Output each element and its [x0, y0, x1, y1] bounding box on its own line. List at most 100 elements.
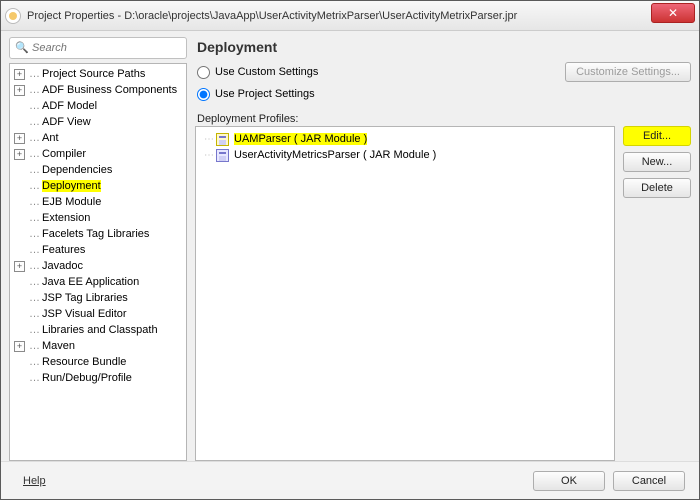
customize-settings-button[interactable]: Customize Settings... — [565, 62, 691, 82]
tree-item-label: Dependencies — [42, 164, 112, 176]
profile-item[interactable]: ⋯ UAMParser ( JAR Module ) — [198, 131, 612, 147]
expand-icon[interactable]: + — [14, 69, 25, 80]
expand-icon[interactable]: + — [14, 341, 25, 352]
tree-item-label: Features — [42, 244, 85, 256]
tree-connector: ⋯ — [204, 150, 214, 161]
tree-item-label: ADF View — [42, 116, 91, 128]
tree-item-label: Deployment — [42, 180, 101, 192]
tree-item[interactable]: …Facelets Tag Libraries — [10, 226, 186, 242]
tree-item-label: ADF Business Components — [42, 84, 177, 96]
use-project-radio[interactable] — [197, 88, 210, 101]
tree-connector: … — [29, 324, 39, 336]
dialog-footer: Help OK Cancel — [1, 461, 699, 499]
use-project-label: Use Project Settings — [215, 88, 315, 100]
tree-item[interactable]: + …Javadoc — [10, 258, 186, 274]
tree-item[interactable]: +…Compiler — [10, 146, 186, 162]
tree-connector: … — [29, 228, 39, 240]
use-custom-radio[interactable] — [197, 66, 210, 79]
tree-connector: … — [29, 164, 39, 176]
tree-item[interactable]: …Resource Bundle — [10, 354, 186, 370]
tree-item-label: JSP Tag Libraries — [42, 292, 128, 304]
search-input[interactable] — [9, 37, 187, 59]
tree-connector: … — [29, 180, 39, 192]
ok-button[interactable]: OK — [533, 471, 605, 491]
tree-connector: ⋯ — [204, 134, 214, 145]
expand-icon[interactable]: + — [14, 149, 25, 160]
tree-connector: … — [29, 116, 39, 128]
tree-item-label: EJB Module — [42, 196, 101, 208]
tree-connector: … — [29, 196, 39, 208]
delete-button[interactable]: Delete — [623, 178, 691, 198]
radio-row-project: Use Project Settings — [197, 85, 691, 103]
search-icon: 🔍 — [15, 41, 29, 54]
use-custom-label: Use Custom Settings — [215, 66, 318, 78]
tree-item[interactable]: + …Project Source Paths — [10, 66, 186, 82]
tree-item[interactable]: + …ADF Business Components — [10, 82, 186, 98]
tree-item[interactable]: …Extension — [10, 210, 186, 226]
tree-item[interactable]: …ADF View — [10, 114, 186, 130]
jar-icon — [216, 149, 229, 162]
search-wrap: 🔍 — [9, 37, 187, 59]
dialog-body: 🔍 +…Project Source Paths+…ADF Business C… — [1, 31, 699, 461]
tree-item-label: Project Source Paths — [42, 68, 145, 80]
tree-connector: … — [29, 308, 39, 320]
tree-item[interactable]: + …Ant — [10, 130, 186, 146]
tree-connector: … — [29, 132, 39, 144]
tree-connector: … — [29, 244, 39, 256]
tree-connector: … — [29, 276, 39, 288]
tree-item[interactable]: …Dependencies — [10, 162, 186, 178]
tree-item[interactable]: + …Maven — [10, 338, 186, 354]
tree-connector: … — [29, 68, 39, 80]
profile-label: UserActivityMetricsParser ( JAR Module ) — [234, 149, 436, 161]
left-pane: 🔍 +…Project Source Paths+…ADF Business C… — [9, 37, 187, 461]
tree-item-label: Extension — [42, 212, 90, 224]
tree-item-label: Resource Bundle — [42, 356, 126, 368]
category-tree[interactable]: +…Project Source Paths+…ADF Business Com… — [9, 63, 187, 461]
titlebar: Project Properties - D:\oracle\projects\… — [1, 1, 699, 31]
tree-item[interactable]: …Run/Debug/Profile — [10, 370, 186, 386]
tree-item-label: ADF Model — [42, 100, 97, 112]
tree-item[interactable]: …ADF Model — [10, 98, 186, 114]
panel-heading: Deployment — [197, 39, 691, 55]
tree-connector: … — [29, 260, 39, 272]
tree-item-label: JSP Visual Editor — [42, 308, 127, 320]
tree-item-label: Ant — [42, 132, 59, 144]
profiles-buttons: Edit... New... Delete — [623, 126, 691, 461]
tree-connector: … — [29, 372, 39, 384]
right-pane: Deployment Use Custom Settings Customize… — [195, 37, 691, 461]
tree-item-label: Facelets Tag Libraries — [42, 228, 149, 240]
tree-item-label: Libraries and Classpath — [42, 324, 158, 336]
tree-item[interactable]: …JSP Visual Editor — [10, 306, 186, 322]
help-link[interactable]: Help — [15, 475, 54, 487]
tree-item-label: Maven — [42, 340, 75, 352]
close-button[interactable]: ✕ — [651, 3, 695, 23]
tree-item[interactable]: …Deployment — [10, 178, 186, 194]
profile-label: UAMParser ( JAR Module ) — [234, 133, 367, 145]
expand-icon[interactable]: + — [14, 85, 25, 96]
expand-icon[interactable]: + — [14, 261, 25, 272]
tree-item[interactable]: …EJB Module — [10, 194, 186, 210]
tree-connector: … — [29, 148, 39, 160]
profiles-list[interactable]: ⋯ UAMParser ( JAR Module ) ⋯ UserActivityMe… — [195, 126, 615, 461]
profiles-area: ⋯ UAMParser ( JAR Module ) ⋯ UserActivityMe… — [195, 126, 691, 461]
tree-connector: … — [29, 292, 39, 304]
tree-item[interactable]: …JSP Tag Libraries — [10, 290, 186, 306]
tree-connector: … — [29, 100, 39, 112]
tree-connector: … — [29, 84, 39, 96]
edit-button[interactable]: Edit... — [623, 126, 691, 146]
tree-connector: … — [29, 212, 39, 224]
profile-item[interactable]: ⋯ UserActivityMetricsParser ( JAR Module … — [198, 147, 612, 163]
cancel-button[interactable]: Cancel — [613, 471, 685, 491]
window-title: Project Properties - D:\oracle\projects\… — [27, 10, 651, 22]
jar-icon — [216, 133, 229, 146]
tree-item[interactable]: …Features — [10, 242, 186, 258]
tree-item-label: Run/Debug/Profile — [42, 372, 132, 384]
tree-item-label: Javadoc — [42, 260, 83, 272]
expand-icon[interactable]: + — [14, 133, 25, 144]
radio-row-custom: Use Custom Settings Customize Settings..… — [197, 63, 691, 81]
tree-connector: … — [29, 340, 39, 352]
new-button[interactable]: New... — [623, 152, 691, 172]
profiles-label: Deployment Profiles: — [197, 113, 691, 125]
tree-item[interactable]: …Java EE Application — [10, 274, 186, 290]
tree-item[interactable]: …Libraries and Classpath — [10, 322, 186, 338]
